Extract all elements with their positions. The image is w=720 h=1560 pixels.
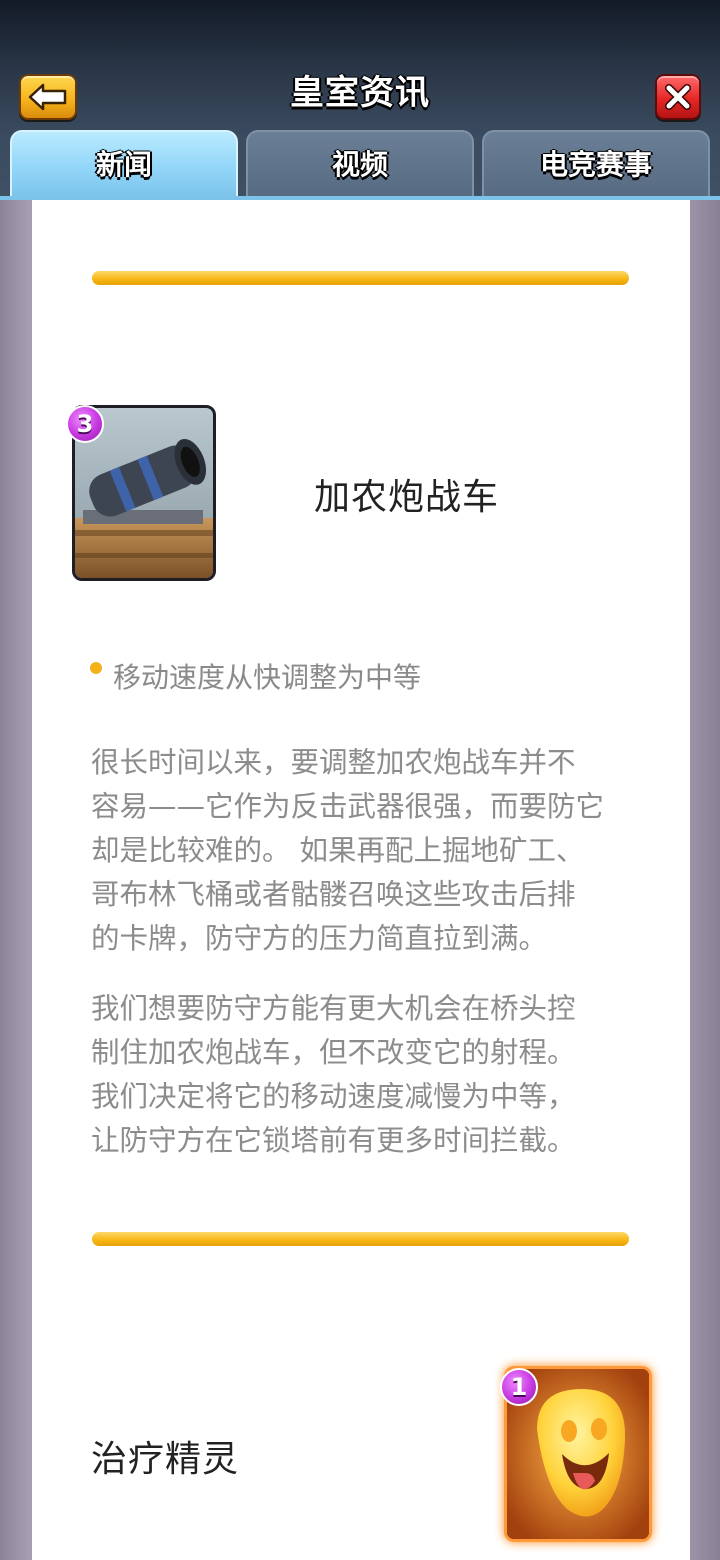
bullet-dot: [90, 662, 102, 674]
section-divider: [92, 1232, 629, 1246]
section-divider: [92, 271, 629, 285]
article-paragraph: 很长时间以来，要调整加农炮战车并不 容易——它作为反击武器很强，而要防它 却是比…: [91, 746, 605, 955]
tab-news[interactable]: 新闻: [10, 130, 238, 198]
card-title: 治疗精灵: [91, 1439, 240, 1480]
close-button[interactable]: [655, 74, 701, 120]
tab-esports[interactable]: 电竞赛事: [482, 130, 710, 198]
close-x-icon: [665, 84, 691, 110]
page-title: 皇室资讯: [290, 73, 430, 113]
tab-videos[interactable]: 视频: [246, 130, 474, 198]
elixir-cost-badge: 1: [500, 1368, 538, 1406]
change-note: 移动速度从快调整为中等: [113, 661, 422, 694]
card-title: 加农炮战车: [314, 477, 500, 518]
back-arrow-icon: [28, 83, 67, 111]
elixir-cost-badge: 3: [66, 405, 104, 443]
article-paragraph: 我们想要防守方能有更大机会在桥头控 制住加农炮战车，但不改变它的射程。 我们决定…: [91, 992, 576, 1157]
back-button[interactable]: [19, 74, 77, 120]
